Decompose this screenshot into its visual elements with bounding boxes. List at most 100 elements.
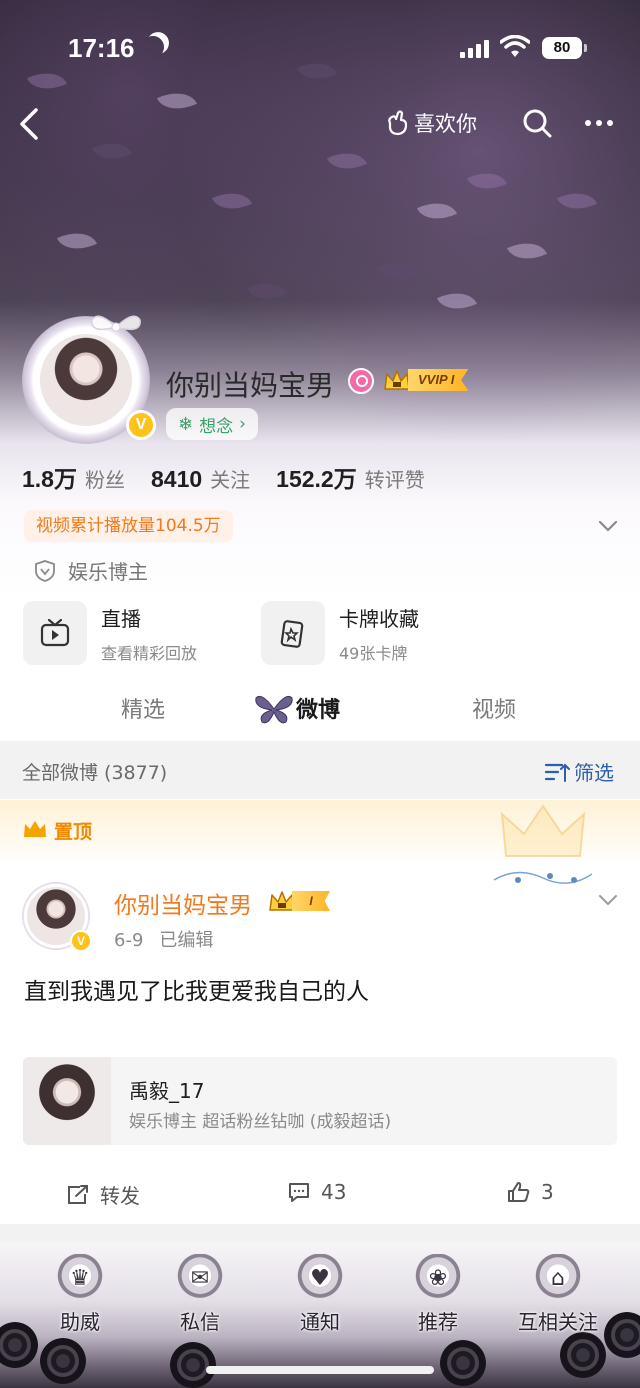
repost-icon [68,1184,88,1204]
mutual-follow-icon: ⌂ [533,1254,583,1302]
comment-icon [289,1183,309,1202]
leaf-decoration [91,133,133,169]
member-level-badge[interactable]: I [268,888,330,914]
message-icon: ✉ [175,1254,225,1302]
shared-user-name: 禹毅_17 [129,1079,205,1103]
cheer-label: 助威 [60,1310,100,1334]
live-card[interactable]: 直播 查看精彩回放 [23,600,197,666]
post-actions: 转发 43 3 [0,1170,640,1220]
tv-icon [23,601,87,665]
battery-indicator: 80 [542,37,587,59]
mutual-follow-label: 互相关注 [518,1310,598,1334]
like-hand-icon [388,110,408,136]
profile-stats: 1.8万 粉丝 8410 关注 152.2万 转评赞 [22,460,451,494]
leaf-decoration [211,183,253,219]
member-level-label: I [292,891,330,911]
following-stat[interactable]: 8410 关注 [151,464,250,493]
notify-button[interactable]: ♥ 通知 [270,1254,370,1335]
crown-decoration-icon [493,804,593,884]
crown-icon [384,370,410,390]
butterfly-icon [255,695,293,724]
post-edited-label: 已编辑 [159,930,214,951]
more-icon[interactable] [582,106,616,140]
rose-decoration [604,1312,640,1358]
verified-badge: V [126,410,156,440]
following-count: 8410 [150,466,203,492]
crown-icon [269,891,295,911]
verified-badge: V [70,930,92,952]
followers-label: 粉丝 [84,468,125,492]
like-button[interactable]: 3 [507,1180,554,1204]
card-collection-subtitle: 49张卡牌 [339,643,408,663]
section-divider [0,1224,640,1242]
home-indicator[interactable] [206,1366,434,1374]
rose-decoration [40,1338,86,1384]
mutual-follow-button[interactable]: ⌂ 互相关注 [508,1254,608,1335]
snowflake-icon: ❄ [178,413,194,435]
comment-count: 43 [321,1180,347,1204]
followers-count: 1.8万 [22,466,77,492]
leaf-decoration [436,283,478,319]
avatar [38,332,134,428]
recommend-label: 推荐 [418,1310,458,1334]
post-author-avatar[interactable]: V [20,878,96,954]
post-author-name[interactable]: 你别当妈宝男 [114,886,252,920]
shared-user-card[interactable]: 禹毅_17 娱乐博主 超话粉丝钻咖 (成毅超话) [23,1057,617,1145]
notify-label: 通知 [300,1310,340,1334]
post-date: 6-9 [114,930,144,951]
shared-user-description: 娱乐博主 超话粉丝钻咖 (成毅超话) [129,1112,392,1132]
tab-weibo[interactable]: 微博 [296,692,340,724]
post-text: 直到我遇见了比我更爱我自己的人 [24,979,369,1005]
wifi-icon [500,35,530,57]
followers-stat[interactable]: 1.8万 粉丝 [22,460,125,494]
leaf-decoration [326,143,368,179]
engagement-stat[interactable]: 152.2万 转评赞 [276,460,425,494]
chevron-down-icon[interactable] [596,888,620,912]
category-label: 娱乐博主 [68,560,148,584]
engagement-count: 152.2万 [276,466,357,492]
status-bar: 17:16 80 [0,0,640,96]
cheer-icon: ♛ [55,1254,105,1302]
recommend-button[interactable]: ❀ 推荐 [388,1254,488,1335]
filter-button[interactable]: 筛选 [544,757,614,786]
leaf-decoration [506,233,548,269]
vvip-badge[interactable]: VVIP I [382,366,469,394]
message-label: 私信 [180,1310,220,1334]
profile-category: 娱乐博主 [34,556,148,585]
cheer-button[interactable]: ♛ 助威 [30,1254,130,1335]
rose-decoration [560,1332,606,1378]
card-collection-card[interactable]: 卡牌收藏 49张卡牌 [261,600,419,666]
profile-avatar[interactable]: V [14,315,156,446]
tab-featured[interactable]: 精选 [121,692,165,724]
live-card-title: 直播 [101,606,141,631]
leaf-decoration [466,163,508,199]
back-icon[interactable] [14,104,48,144]
vvip-label: VVIP I [408,369,469,391]
repost-button[interactable]: 转发 [66,1180,140,1209]
chevron-down-icon[interactable] [596,514,620,538]
bow-decoration-icon [91,315,141,332]
mood-status[interactable]: ❄ 想念 › [166,408,258,440]
filter-bar: 全部微博 (3877) 筛选 [0,741,640,799]
rose-decoration [440,1340,486,1386]
shield-icon [35,559,55,582]
search-icon[interactable] [520,106,554,140]
all-posts-count: 全部微博 (3877) [22,762,168,784]
pinned-crown-icon [24,821,46,837]
card-collection-title: 卡牌收藏 [339,606,419,631]
comment-button[interactable]: 43 [287,1180,346,1204]
status-time: 17:16 [68,33,135,63]
following-label: 关注 [210,468,251,492]
like-you-button[interactable]: 喜欢你 [384,106,477,140]
profile-tabs: 精选 微博 视频 [0,680,640,740]
card-icon [261,601,325,665]
recommend-icon: ❀ [413,1254,463,1302]
tab-video[interactable]: 视频 [472,692,516,724]
moon-icon [139,33,167,61]
signal-icon [460,40,490,58]
super-topic-badge-icon[interactable] [348,368,374,394]
post-meta: 6-9 已编辑 [114,926,213,952]
profile-username: 你别当妈宝男 [166,369,335,402]
message-button[interactable]: ✉ 私信 [150,1254,250,1335]
video-play-count: 视频累计播放量104.5万 [24,510,233,542]
